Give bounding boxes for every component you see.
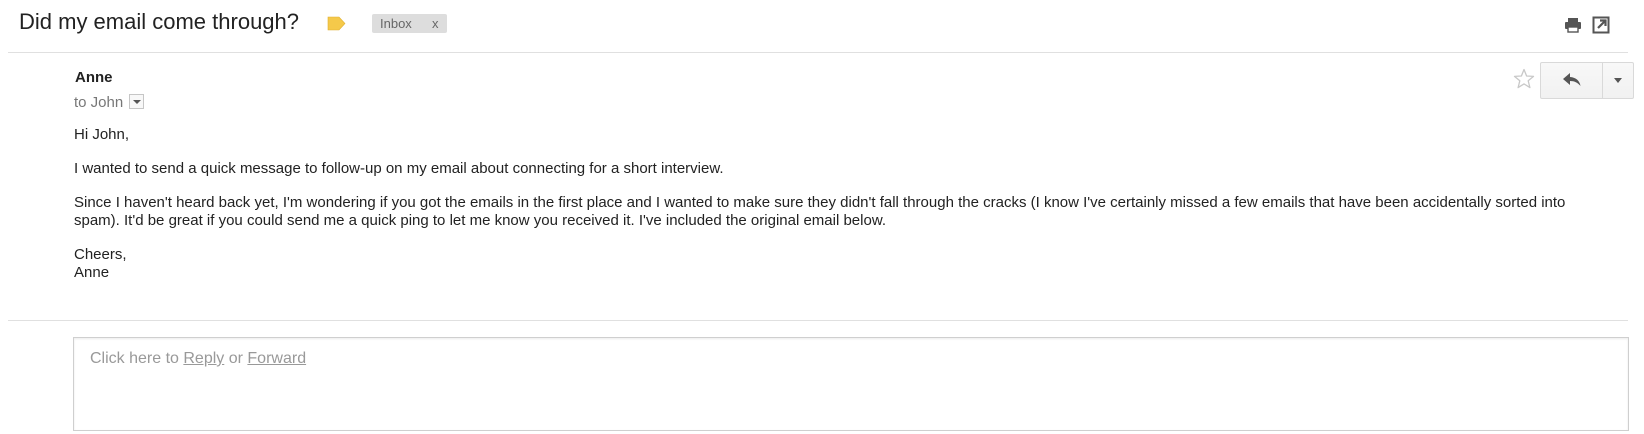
star-outline-icon[interactable] bbox=[1512, 67, 1536, 91]
inbox-chip-label: Inbox bbox=[380, 16, 412, 31]
forward-link[interactable]: Forward bbox=[247, 350, 306, 367]
reply-button[interactable] bbox=[1541, 63, 1603, 98]
message-body: Hi John, I wanted to send a quick messag… bbox=[74, 126, 1594, 282]
reply-prompt: Click here to Reply or Forward bbox=[90, 350, 306, 368]
signature: Anne bbox=[74, 264, 110, 281]
recipient-line: to John bbox=[74, 94, 145, 111]
label-tag-icon[interactable] bbox=[327, 16, 346, 31]
print-icon[interactable] bbox=[1563, 15, 1583, 35]
reply-button-group bbox=[1540, 62, 1634, 99]
message-divider bbox=[8, 320, 1628, 321]
closing: Cheers, bbox=[74, 246, 127, 263]
recipient-details-dropdown[interactable] bbox=[129, 94, 145, 110]
remove-label-button[interactable]: x bbox=[432, 14, 439, 33]
body-paragraph-1: I wanted to send a quick message to foll… bbox=[74, 160, 724, 177]
reply-prompt-middle: or bbox=[224, 350, 248, 367]
reply-box[interactable]: Click here to Reply or Forward bbox=[73, 337, 1629, 431]
greeting: Hi John, bbox=[74, 126, 130, 143]
reply-link[interactable]: Reply bbox=[183, 350, 224, 367]
new-window-icon[interactable] bbox=[1591, 15, 1611, 35]
reply-arrow-icon bbox=[1563, 73, 1581, 86]
email-view: Did my email come through? Inbox x Anne … bbox=[0, 0, 1644, 434]
sender-name[interactable]: Anne bbox=[75, 69, 113, 86]
reply-prompt-prefix: Click here to bbox=[90, 350, 184, 367]
email-subject: Did my email come through? bbox=[19, 9, 300, 34]
header-divider bbox=[8, 52, 1628, 53]
body-paragraph-2: Since I haven't heard back yet, I'm wond… bbox=[74, 194, 1566, 229]
recipient-text: to John bbox=[74, 94, 124, 111]
inbox-label-chip: Inbox x bbox=[372, 14, 447, 33]
subject-bar: Did my email come through? Inbox x bbox=[0, 0, 1644, 52]
more-options-button[interactable] bbox=[1603, 63, 1633, 98]
